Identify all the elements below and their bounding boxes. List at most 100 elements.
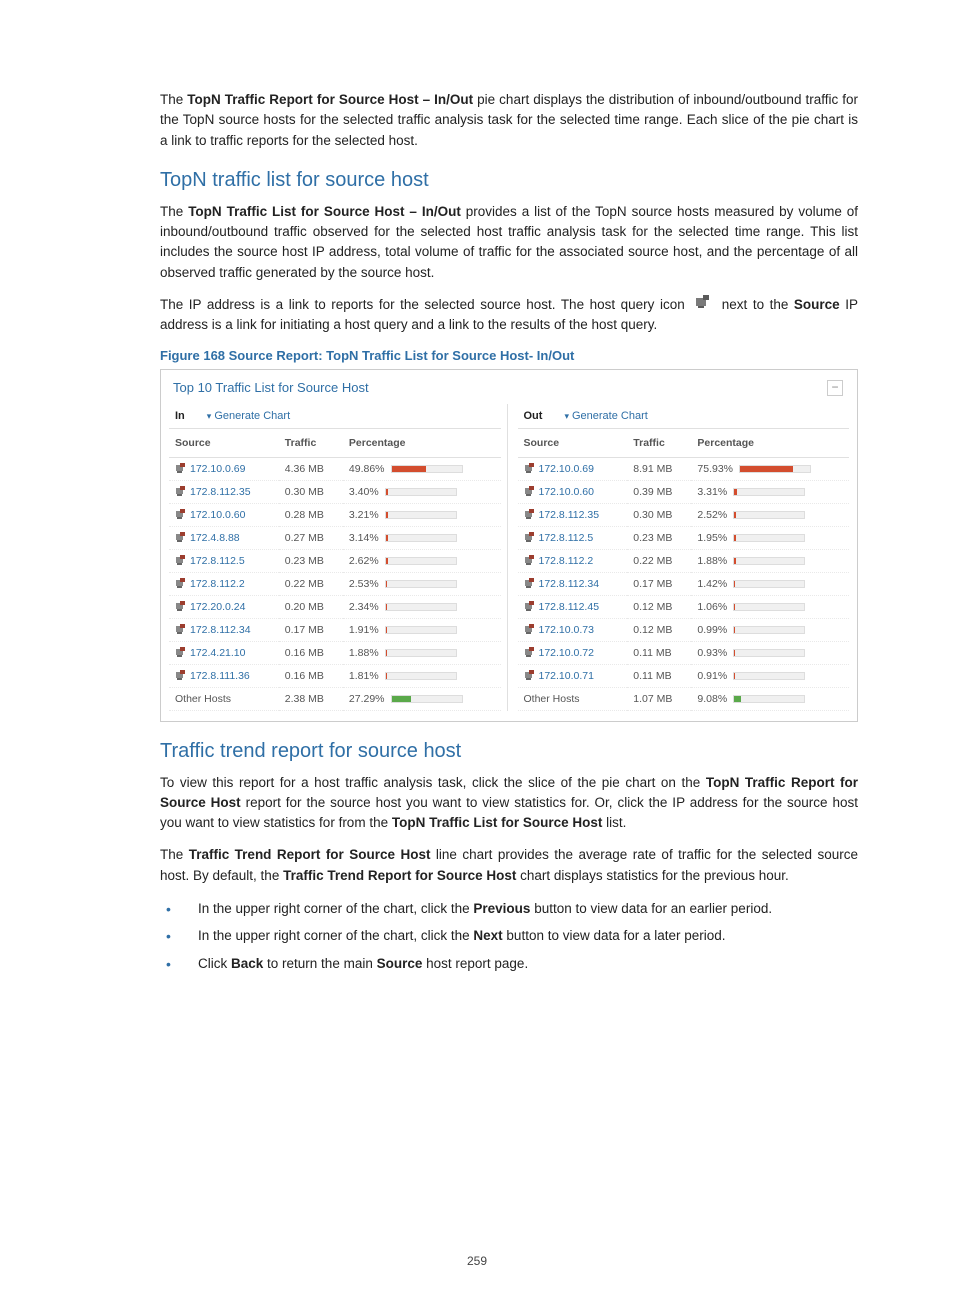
- host-icon[interactable]: [175, 624, 186, 635]
- ip-link[interactable]: 172.4.8.88: [190, 532, 240, 544]
- text: To view this report for a host traffic a…: [160, 775, 706, 790]
- source-cell: 172.20.0.24: [169, 595, 279, 618]
- host-icon[interactable]: [524, 509, 535, 520]
- traffic-cell: 0.20 MB: [279, 595, 343, 618]
- traffic-cell: 4.36 MB: [279, 457, 343, 480]
- ip-link[interactable]: 172.10.0.73: [539, 624, 594, 636]
- direction-label-out: Out: [524, 410, 543, 422]
- ip-link[interactable]: 172.20.0.24: [190, 601, 245, 613]
- col-percentage: Percentage: [691, 429, 849, 458]
- table-row: 172.8.112.2 0.22 MB 2.53%: [169, 572, 501, 595]
- percentage-text: 1.88%: [349, 647, 379, 659]
- table-row: 172.8.112.45 0.12 MB 1.06%: [518, 595, 850, 618]
- percentage-cell: 0.91%: [691, 664, 849, 687]
- text: The: [160, 204, 188, 219]
- text: list.: [602, 815, 626, 830]
- host-query-icon: [694, 295, 712, 315]
- host-icon[interactable]: [524, 624, 535, 635]
- table-row-other: Other Hosts 1.07 MB 9.08%: [518, 687, 850, 710]
- host-icon[interactable]: [175, 670, 186, 681]
- direction-label-in: In: [175, 410, 185, 422]
- percentage-bar: [739, 465, 811, 473]
- strong-text: Source: [377, 956, 423, 971]
- traffic-cell: 0.23 MB: [279, 549, 343, 572]
- source-cell: 172.8.112.2: [169, 572, 279, 595]
- collapse-button[interactable]: −: [827, 380, 843, 396]
- table-row: 172.10.0.60 0.39 MB 3.31%: [518, 480, 850, 503]
- percentage-text: 3.40%: [349, 486, 379, 498]
- table-row: 172.10.0.72 0.11 MB 0.93%: [518, 641, 850, 664]
- host-icon[interactable]: [524, 647, 535, 658]
- ip-link[interactable]: 172.8.111.36: [190, 670, 250, 682]
- ip-link[interactable]: 172.8.112.35: [190, 486, 251, 498]
- paragraph: The IP address is a link to reports for …: [160, 295, 858, 336]
- host-icon[interactable]: [175, 509, 186, 520]
- host-icon[interactable]: [524, 601, 535, 612]
- ip-link[interactable]: 172.4.21.10: [190, 647, 245, 659]
- source-cell: 172.8.112.34: [169, 618, 279, 641]
- percentage-cell: 2.34%: [343, 595, 501, 618]
- percentage-cell: 1.42%: [691, 572, 849, 595]
- traffic-cell: 0.17 MB: [627, 572, 691, 595]
- generate-chart-dropdown[interactable]: Generate Chart: [564, 410, 647, 422]
- text: The: [160, 92, 187, 107]
- ip-link[interactable]: 172.10.0.60: [539, 486, 594, 498]
- host-icon[interactable]: [175, 578, 186, 589]
- percentage-cell: 1.81%: [343, 664, 501, 687]
- source-cell: 172.4.21.10: [169, 641, 279, 664]
- ip-link[interactable]: 172.8.112.5: [190, 555, 245, 567]
- host-icon[interactable]: [524, 532, 535, 543]
- ip-link[interactable]: 172.10.0.60: [190, 509, 245, 521]
- host-icon[interactable]: [524, 670, 535, 681]
- ip-link[interactable]: 172.10.0.71: [539, 670, 594, 682]
- host-icon[interactable]: [524, 486, 535, 497]
- ip-link[interactable]: 172.10.0.69: [190, 463, 245, 475]
- text: button to view data for a later period.: [503, 928, 726, 943]
- strong-text: TopN Traffic List for Source Host: [392, 815, 603, 830]
- ip-link[interactable]: 172.10.0.69: [539, 463, 594, 475]
- percentage-text: 0.99%: [697, 624, 727, 636]
- host-icon[interactable]: [175, 601, 186, 612]
- traffic-cell: 0.16 MB: [279, 641, 343, 664]
- host-icon[interactable]: [175, 486, 186, 497]
- ip-link[interactable]: 172.8.112.34: [190, 624, 251, 636]
- percentage-bar: [733, 488, 805, 496]
- percentage-text: 1.42%: [697, 578, 727, 590]
- ip-link[interactable]: 172.8.112.45: [539, 601, 600, 613]
- table-row-other: Other Hosts 2.38 MB 27.29%: [169, 687, 501, 710]
- strong-text: Traffic Trend Report for Source Host: [283, 868, 516, 883]
- host-icon[interactable]: [175, 463, 186, 474]
- ip-link[interactable]: 172.8.112.35: [539, 509, 600, 521]
- percentage-bar: [733, 580, 805, 588]
- percentage-cell: 0.99%: [691, 618, 849, 641]
- host-icon[interactable]: [524, 555, 535, 566]
- strong-text: TopN Traffic List for Source Host – In/O…: [188, 204, 461, 219]
- text: In the upper right corner of the chart, …: [198, 901, 473, 916]
- percentage-text: 75.93%: [697, 463, 733, 475]
- host-icon[interactable]: [175, 555, 186, 566]
- paragraph: The TopN Traffic List for Source Host – …: [160, 202, 858, 283]
- paragraph-intro: The TopN Traffic Report for Source Host …: [160, 90, 858, 151]
- host-icon[interactable]: [524, 578, 535, 589]
- source-cell: Other Hosts: [169, 687, 279, 710]
- traffic-cell: 0.11 MB: [627, 641, 691, 664]
- percentage-bar: [733, 557, 805, 565]
- host-icon[interactable]: [175, 647, 186, 658]
- host-icon[interactable]: [175, 532, 186, 543]
- ip-link[interactable]: 172.8.112.2: [539, 555, 594, 567]
- traffic-cell: 0.22 MB: [279, 572, 343, 595]
- ip-link[interactable]: 172.8.112.2: [190, 578, 245, 590]
- ip-link[interactable]: 172.8.112.5: [539, 532, 594, 544]
- traffic-cell: 0.23 MB: [627, 526, 691, 549]
- strong-text: Next: [473, 928, 502, 943]
- ip-link[interactable]: 172.10.0.72: [539, 647, 594, 659]
- table-row: 172.8.112.5 0.23 MB 1.95%: [518, 526, 850, 549]
- percentage-text: 1.81%: [349, 670, 379, 682]
- percentage-cell: 3.14%: [343, 526, 501, 549]
- percentage-cell: 75.93%: [691, 457, 849, 480]
- ip-link[interactable]: 172.8.112.34: [539, 578, 600, 590]
- generate-chart-dropdown[interactable]: Generate Chart: [207, 410, 290, 422]
- host-icon[interactable]: [524, 463, 535, 474]
- percentage-text: 49.86%: [349, 463, 385, 475]
- out-table: Source Traffic Percentage 172.10.0.69 8.…: [518, 429, 850, 711]
